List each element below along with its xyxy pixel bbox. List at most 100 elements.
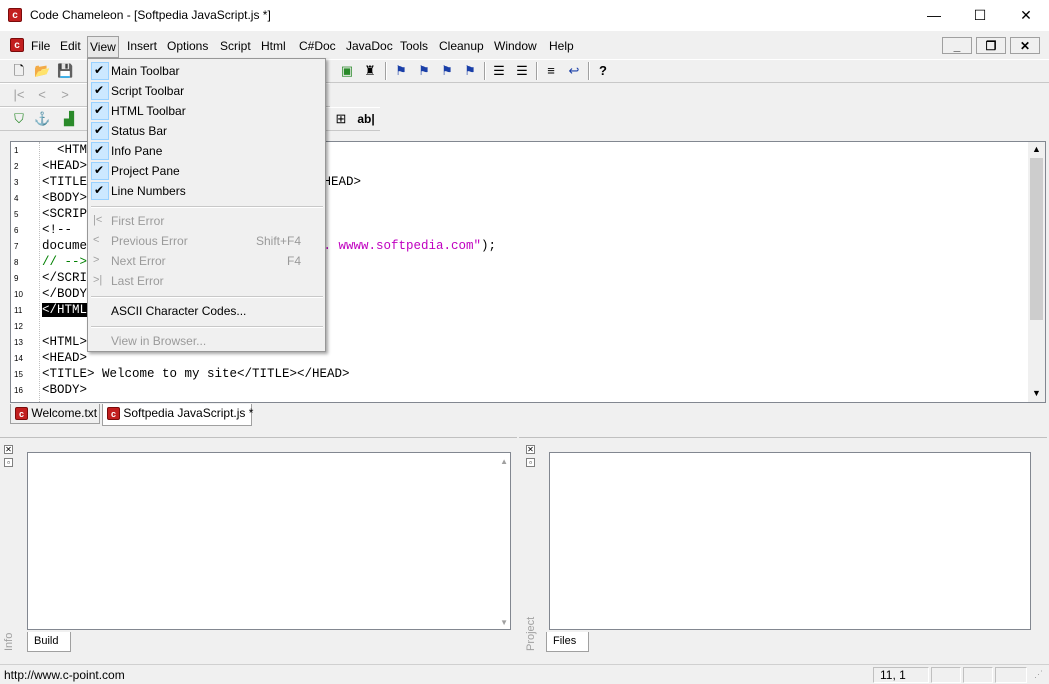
code-fragment: a. wwww.softpedia.com"); [316,238,496,254]
shield-icon[interactable]: ⛉ [11,111,27,127]
doc-icon[interactable]: c [10,38,24,52]
mdi-minimize-button[interactable]: _ [942,37,972,54]
editor-vertical-scrollbar[interactable]: ▲ ▼ [1028,142,1045,402]
view-menu-item[interactable]: ✔ Project Pane [88,161,325,181]
menu-item-label: HTML Toolbar [111,104,186,118]
view-menu-item[interactable]: ✔ Script Toolbar [88,81,325,101]
code-line: <SCRIP [42,207,88,221]
view-menu-item[interactable]: ✔ Main Toolbar [88,61,325,81]
bookmark-prev-icon[interactable]: ⚑ [462,63,478,79]
new-file-icon[interactable]: 🗋 [11,63,27,79]
view-menu-item[interactable]: ✔ Info Pane [88,141,325,161]
view-menu-item-disabled[interactable]: |< First Error [88,211,325,231]
menu-options[interactable]: Options [167,39,208,53]
tab-build[interactable]: Build [27,632,72,652]
scroll-down-icon[interactable]: ▼ [500,618,508,627]
menu-javadoc[interactable]: JavaDoc [346,39,393,53]
menu-item-label: Status Bar [111,124,168,138]
anchor-icon[interactable]: ⚓ [34,111,50,127]
save-icon[interactable]: 💾 [57,63,73,79]
mdi-close-button[interactable]: ✕ [1010,37,1040,54]
help-icon[interactable]: ? [595,63,611,79]
prev-icon[interactable]: < [34,87,50,103]
code-line: <HTML> [42,335,88,349]
resize-grip-icon[interactable]: ⋰ [1034,669,1043,680]
run-script-icon[interactable]: ▣ [339,63,355,79]
view-menu-item[interactable]: ✔ HTML Toolbar [88,101,325,121]
menu-separator [91,326,323,328]
close-button[interactable]: ✕ [1003,0,1049,31]
scroll-up-icon[interactable]: ▲ [500,457,508,466]
check-icon: ✔ [94,103,105,117]
menu-csharpdoc[interactable]: C#Doc [299,39,336,53]
bookmark-next-icon[interactable]: ⚑ [439,63,455,79]
scroll-down-icon[interactable]: ▼ [1032,388,1041,398]
format-icon[interactable]: ≡ [543,63,559,79]
mdi-restore-button[interactable]: ❐ [976,37,1006,54]
check-icon: ✔ [94,143,105,157]
menu-item-label: Script Toolbar [111,84,185,98]
check-icon: ✔ [94,83,105,97]
pane-close-icon[interactable]: ✕ [526,445,535,454]
string-literal: a. wwww.softpedia.com" [316,239,482,253]
app-icon[interactable]: c [8,8,22,22]
menu-separator [91,296,323,298]
menu-help[interactable]: Help [549,39,574,53]
tab-label: Softpedia JavaScript.js * [123,406,254,420]
minimize-button[interactable]: — [911,0,957,31]
project-pane-label: Project [525,616,537,651]
wrap-icon[interactable]: ↩ [566,63,582,79]
menu-item-label: First Error [111,214,165,228]
status-cell [931,667,961,683]
scrollbar-thumb[interactable] [1030,158,1043,320]
menu-insert[interactable]: Insert [127,39,157,53]
menu-tools[interactable]: Tools [400,39,428,53]
maximize-button[interactable]: ☐ [957,0,1003,31]
view-menu-item-disabled[interactable]: > Next Error F4 [88,251,325,271]
view-menu-item[interactable]: ✔ Status Bar [88,121,325,141]
table-icon[interactable]: ⊞ [333,111,349,127]
tab-files[interactable]: Files [546,632,590,652]
menu-bar: c File Edit View Insert Options Script H… [0,34,1049,58]
info-pane-content[interactable]: ▲ ▼ [27,452,511,630]
tab-welcome[interactable]: c Welcome.txt [10,404,100,424]
scroll-up-icon[interactable]: ▲ [1032,144,1041,154]
menu-view[interactable]: View [87,36,119,58]
menu-item-label: Info Pane [111,144,163,158]
view-menu-item-browser[interactable]: View in Browser... [88,331,325,351]
image-icon[interactable]: ▟ [61,111,77,127]
tab-label: Welcome.txt [31,406,98,420]
menu-file[interactable]: File [31,39,50,53]
view-menu-item-ascii[interactable]: ASCII Character Codes... [88,301,325,321]
nav-arrow-icon: |< [93,214,103,226]
bookmark-clear-icon[interactable]: ⚑ [416,63,432,79]
pane-float-icon[interactable]: ▫ [4,458,13,467]
code-line: </SCRI [42,271,88,285]
bookmark-toggle-icon[interactable]: ⚑ [393,63,409,79]
first-icon[interactable]: |< [11,87,27,103]
tab-softpedia-js[interactable]: c Softpedia JavaScript.js * [102,404,254,426]
pane-close-icon[interactable]: ✕ [4,445,13,454]
menu-cleanup[interactable]: Cleanup [439,39,484,53]
menu-item-label: View in Browser... [111,334,207,348]
next-icon[interactable]: > [57,87,73,103]
menu-item-label: Line Numbers [111,184,186,198]
project-pane-content[interactable] [549,452,1031,630]
pane-float-icon[interactable]: ▫ [526,458,535,467]
indent-icon[interactable]: ☰ [491,63,507,79]
view-menu-item-disabled[interactable]: >| Last Error [88,271,325,291]
menu-html[interactable]: Html [261,39,286,53]
open-folder-icon[interactable]: 📂 [34,63,50,79]
menu-edit[interactable]: Edit [60,39,81,53]
menu-item-label: Previous Error [111,234,188,248]
view-menu-dropdown: ✔ Main Toolbar ✔ Script Toolbar ✔ HTML Toolba… [87,58,326,352]
brush-icon[interactable]: ♜ [362,63,378,79]
outdent-icon[interactable]: ☰ [514,63,530,79]
view-menu-item-disabled[interactable]: < Previous Error Shift+F4 [88,231,325,251]
menu-window[interactable]: Window [494,39,537,53]
text-field-icon[interactable]: ab| [356,111,376,127]
menu-script[interactable]: Script [220,39,251,53]
menu-separator [91,206,323,208]
menu-item-label: Last Error [111,274,164,288]
view-menu-item[interactable]: ✔ Line Numbers [88,181,325,201]
